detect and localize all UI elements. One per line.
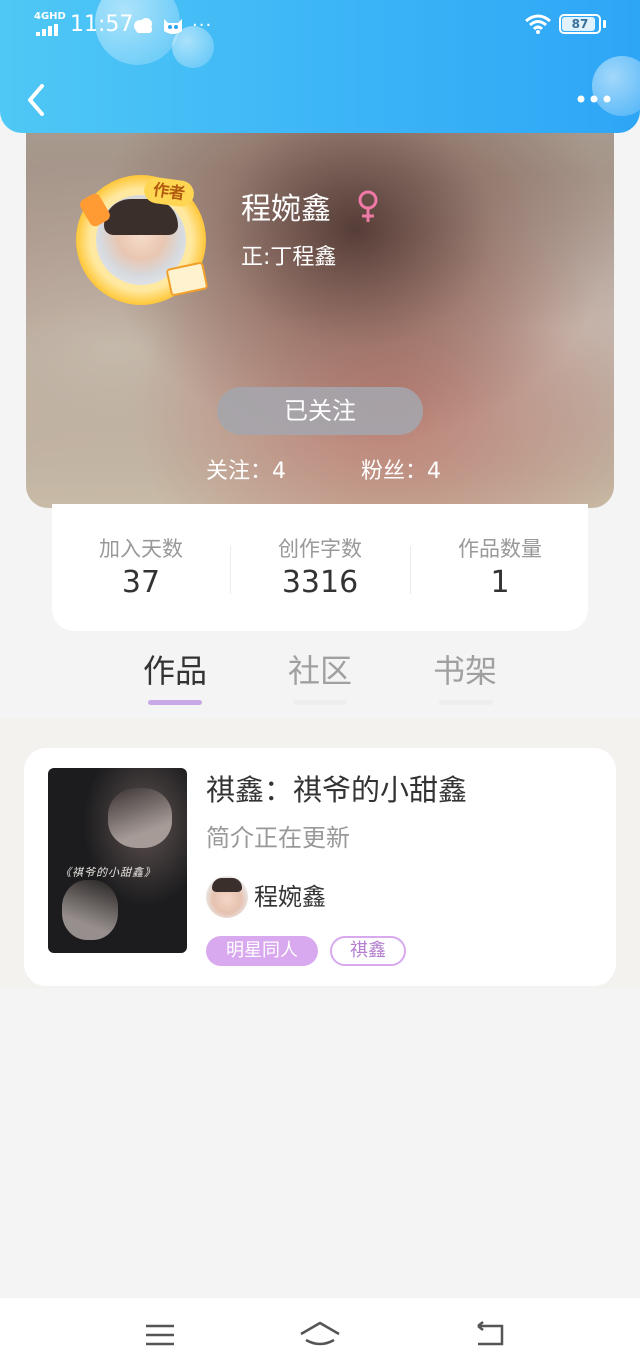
system-nav-bar bbox=[0, 1298, 640, 1372]
cloud-icon bbox=[134, 18, 152, 33]
stats-card: 加入天数 37 创作字数 3316 作品数量 1 bbox=[52, 504, 588, 631]
cover-title: 《祺爷的小甜鑫》 bbox=[60, 866, 156, 879]
author-name: 程婉鑫 bbox=[254, 883, 326, 911]
stat-works-count: 作品数量 1 bbox=[411, 534, 589, 602]
status-right: 87 bbox=[525, 14, 606, 34]
author-avatar[interactable]: 作者 bbox=[76, 175, 209, 305]
status-icons: ··· bbox=[132, 12, 212, 38]
book-title[interactable]: 祺鑫：祺爷的小甜鑫 bbox=[206, 770, 467, 810]
cover-figure bbox=[62, 880, 118, 940]
tab-bar: 作品 社区 书架 bbox=[0, 640, 640, 718]
tag-category[interactable]: 明星同人 bbox=[206, 936, 318, 966]
tab-indicator bbox=[293, 700, 347, 705]
bubble-decoration bbox=[592, 56, 640, 116]
stat-join-days: 加入天数 37 bbox=[52, 534, 230, 602]
tab-community[interactable]: 社区 bbox=[270, 646, 370, 696]
network-type: 4GHD bbox=[34, 11, 66, 22]
tab-bookshelf[interactable]: 书架 bbox=[415, 646, 515, 696]
cat-face-icon bbox=[164, 19, 182, 34]
cover-figure bbox=[108, 788, 172, 848]
female-icon bbox=[358, 190, 378, 222]
header-bar: 4GHD 11:57 ··· 87 bbox=[0, 0, 640, 133]
stat-value: 37 bbox=[121, 565, 161, 600]
home-icon[interactable] bbox=[298, 1318, 342, 1352]
battery-icon: 87 bbox=[559, 14, 601, 34]
stat-value: 1 bbox=[490, 565, 510, 600]
back-button[interactable] bbox=[22, 80, 50, 120]
status-bar: 4GHD 11:57 ··· 87 bbox=[0, 0, 640, 50]
profile-banner: 作者 程婉鑫 正:丁程鑫 已关注 关注：4 粉丝：4 bbox=[26, 110, 614, 508]
following-count[interactable]: 关注：4 bbox=[206, 454, 286, 490]
book-intro: 简介正在更新 bbox=[206, 824, 350, 852]
menu-icon[interactable] bbox=[140, 1318, 180, 1352]
author-mini-avatar bbox=[206, 876, 248, 918]
stat-value: 3316 bbox=[281, 565, 359, 600]
clock: 11:57 bbox=[70, 12, 134, 37]
battery-percent: 87 bbox=[571, 17, 589, 31]
battery-tip bbox=[603, 20, 606, 28]
work-card[interactable]: 《祺爷的小甜鑫》 祺鑫：祺爷的小甜鑫 简介正在更新 程婉鑫 明星同人 祺鑫 bbox=[24, 748, 616, 986]
stat-word-count: 创作字数 3316 bbox=[231, 534, 409, 602]
follow-stats: 关注：4 粉丝：4 bbox=[26, 454, 614, 490]
return-icon[interactable] bbox=[470, 1318, 510, 1352]
more-status-dots: ··· bbox=[192, 14, 213, 36]
user-name: 程婉鑫 bbox=[241, 192, 331, 227]
user-subtitle: 正:丁程鑫 bbox=[241, 245, 337, 270]
wifi-icon bbox=[525, 14, 551, 34]
follow-button[interactable]: 已关注 bbox=[217, 387, 423, 435]
stat-label: 加入天数 bbox=[99, 537, 183, 561]
stat-label: 创作字数 bbox=[278, 537, 362, 561]
avatar-hair bbox=[212, 878, 242, 892]
stat-label: 作品数量 bbox=[458, 537, 542, 561]
signal-icon bbox=[36, 24, 58, 36]
book-cover[interactable]: 《祺爷的小甜鑫》 bbox=[48, 768, 187, 953]
tab-indicator bbox=[439, 700, 493, 705]
tag-keyword[interactable]: 祺鑫 bbox=[330, 936, 406, 966]
tab-indicator-active bbox=[148, 700, 202, 705]
more-button[interactable] bbox=[576, 92, 612, 106]
tab-works[interactable]: 作品 bbox=[125, 646, 225, 696]
fans-count[interactable]: 粉丝：4 bbox=[361, 454, 441, 490]
